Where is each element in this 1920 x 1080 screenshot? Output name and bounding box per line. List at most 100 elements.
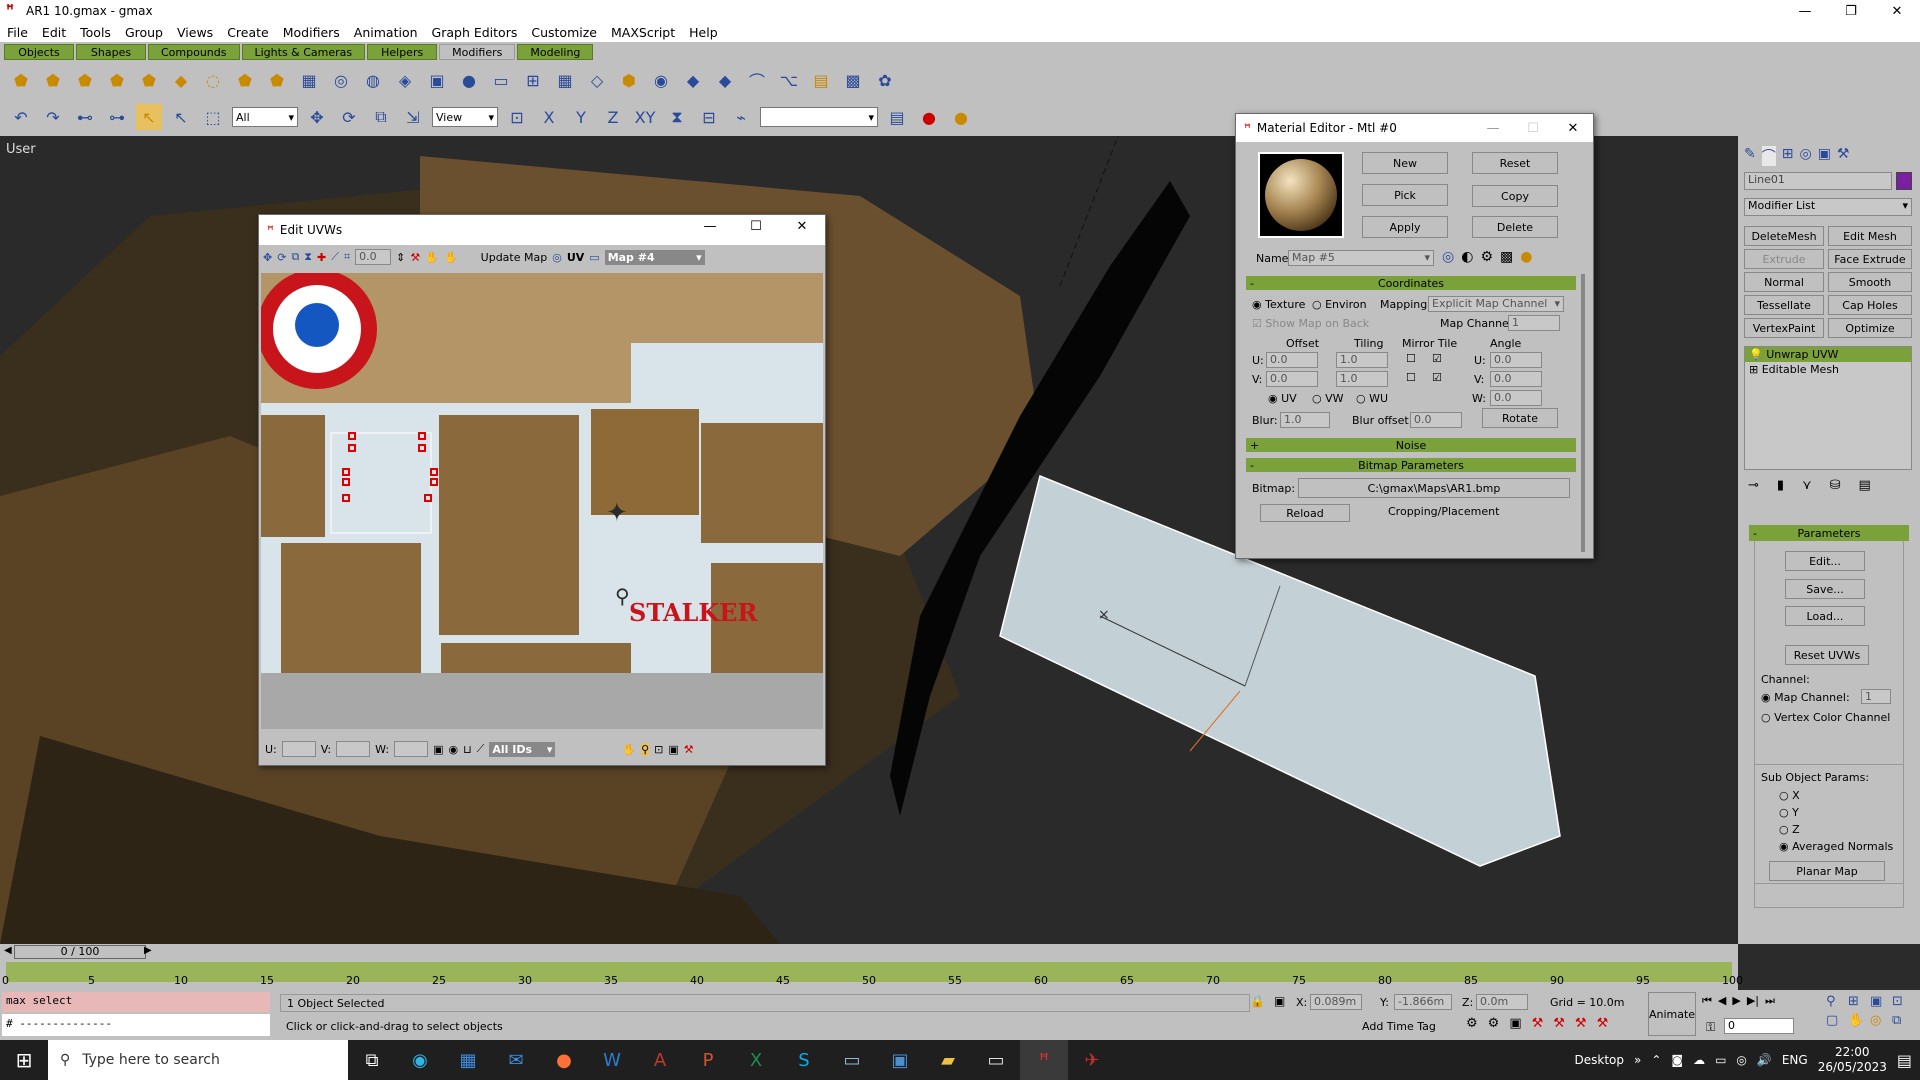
add-time-tag-button[interactable]: Add Time Tag	[1362, 1020, 1436, 1033]
lattice-icon[interactable]: ⬟	[264, 67, 290, 93]
select-and-scale-icon[interactable]: ⧉	[368, 104, 394, 130]
angle-v-field[interactable]: 0.0	[1490, 371, 1542, 387]
ik-link-icon[interactable]: ⚒	[1575, 1016, 1587, 1031]
ripple-icon[interactable]: ⬟	[232, 67, 258, 93]
noise-icon[interactable]: ⬟	[104, 67, 130, 93]
vw-radio[interactable]: ○ VW	[1312, 392, 1344, 405]
stack-item-editable-mesh[interactable]: ⊞ Editable Mesh	[1745, 362, 1911, 377]
parameters-header[interactable]: - Parameters	[1749, 525, 1909, 541]
material-sample-slot[interactable]	[1258, 152, 1344, 238]
undo-icon[interactable]: ↶	[8, 104, 34, 130]
break-icon[interactable]: ✋	[425, 251, 439, 264]
skype-icon[interactable]: S	[780, 1040, 828, 1080]
ik-end-icon[interactable]: ⚒	[1597, 1016, 1609, 1031]
reference-coordinate-dropdown[interactable]: View ▾	[432, 107, 498, 127]
symmetry-icon[interactable]: ⌥	[776, 67, 802, 93]
powerpoint-icon[interactable]: P	[684, 1040, 732, 1080]
tessellate-icon[interactable]: ◇	[584, 67, 610, 93]
wu-radio[interactable]: ○ WU	[1356, 392, 1388, 405]
uv-mode-label[interactable]: UV	[567, 251, 584, 264]
bitmap-path-button[interactable]: C:\gmax\Maps\AR1.bmp	[1298, 478, 1570, 498]
reload-button[interactable]: Reload	[1260, 504, 1350, 522]
minimize-button[interactable]: —	[1782, 0, 1828, 22]
word-icon[interactable]: W	[588, 1040, 636, 1080]
tab-modeling[interactable]: Modeling	[517, 44, 594, 60]
edit-mesh-button[interactable]: Edit Mesh	[1828, 226, 1912, 246]
show-map-on-back-checkbox[interactable]: ☑ Show Map on Back	[1252, 317, 1369, 330]
create-tab-icon[interactable]: ✎	[1744, 146, 1756, 166]
edit-uvws-close-button[interactable]: ✕	[779, 215, 825, 237]
tab-lights-cameras[interactable]: Lights & Cameras	[241, 44, 366, 60]
make-unique-icon[interactable]: ⋎	[1802, 478, 1812, 493]
goto-start-icon[interactable]: ⏮	[1702, 994, 1712, 1008]
pan-icon[interactable]: ✋	[622, 743, 636, 756]
menu-maxscript[interactable]: MAXScript	[604, 25, 682, 40]
tiling-v-field[interactable]: 1.0	[1336, 371, 1388, 387]
stitch-icon[interactable]: ⌗	[344, 250, 350, 264]
lock-selection-icon[interactable]: ▣	[433, 743, 443, 756]
mirror-u-checkbox[interactable]: ☐	[1406, 352, 1416, 365]
menu-tools[interactable]: Tools	[73, 25, 118, 40]
material-editor-titlebar[interactable]: ꟸ Material Editor - Mtl #0 — ☐ ✕	[1236, 114, 1593, 142]
spinner-arrows-icon[interactable]: ⇕	[396, 251, 405, 264]
configure-sets-icon[interactable]: ▤	[1859, 478, 1871, 493]
next-frame-icon[interactable]: ▶|	[1747, 994, 1759, 1008]
environ-radio[interactable]: ○ Environ	[1312, 298, 1367, 311]
key-filters-icon[interactable]: ▣	[1509, 1016, 1521, 1031]
face-extrude-button[interactable]: Face Extrude	[1828, 249, 1912, 269]
control-panel-icon[interactable]: ▣	[876, 1040, 924, 1080]
xform-icon[interactable]: ⊞	[520, 67, 546, 93]
menu-file[interactable]: File	[0, 25, 35, 40]
zoom-extents-icon[interactable]: ▣	[668, 743, 678, 756]
motion-tab-icon[interactable]: ◎	[1799, 146, 1811, 166]
edge-select-icon[interactable]: ⟋	[331, 250, 339, 264]
optimize-button[interactable]: Optimize	[1828, 318, 1912, 338]
edit-uvws-maximize-button[interactable]: ☐	[733, 215, 779, 237]
tab-helpers[interactable]: Helpers	[367, 44, 438, 60]
link-icon[interactable]: ⊷	[72, 104, 98, 130]
extrude-button[interactable]: Extrude	[1744, 249, 1824, 269]
tile-v-checkbox[interactable]: ☑	[1432, 371, 1442, 384]
update-map-button[interactable]: Update Map	[481, 251, 548, 264]
notifications-icon[interactable]: ▤	[1897, 1051, 1912, 1070]
reset-uvws-button[interactable]: Reset UVWs	[1785, 645, 1869, 665]
stack-item-unwrap-uvw[interactable]: 💡 Unwrap UVW	[1745, 347, 1911, 362]
menu-graph-editors[interactable]: Graph Editors	[425, 25, 525, 40]
menu-group[interactable]: Group	[118, 25, 170, 40]
offset-u-field[interactable]: 0.0	[1266, 352, 1318, 368]
vertexpaint-button[interactable]: VertexPaint	[1744, 318, 1824, 338]
firefox-icon[interactable]: ●	[540, 1040, 588, 1080]
zoom-icon[interactable]: ⚲	[641, 742, 650, 756]
play-icon[interactable]: ▶	[1732, 994, 1740, 1008]
bitmap-params-rollout-header[interactable]: - Bitmap Parameters	[1246, 458, 1576, 472]
map-channel-radio[interactable]: ◉ Map Channel:	[1761, 691, 1850, 704]
align-icon[interactable]: ⊟	[696, 104, 722, 130]
axis-z-icon[interactable]: Z	[600, 104, 626, 130]
pick-button[interactable]: Pick	[1362, 184, 1448, 206]
close-button[interactable]: ✕	[1874, 0, 1920, 22]
select-icon[interactable]: ↖	[136, 104, 162, 130]
window-app-icon[interactable]: ▭	[972, 1040, 1020, 1080]
menu-animation[interactable]: Animation	[347, 25, 425, 40]
smooth-button[interactable]: Smooth	[1828, 272, 1912, 292]
cap-holes-icon[interactable]: ◆	[680, 67, 706, 93]
new-button[interactable]: New	[1362, 152, 1448, 174]
material-editor-maximize-button[interactable]: ☐	[1513, 114, 1553, 142]
texture-radio[interactable]: ◉ Texture	[1252, 298, 1305, 311]
access-icon[interactable]: A	[636, 1040, 684, 1080]
language-indicator[interactable]: ENG	[1782, 1053, 1808, 1067]
zoom-extents-icon[interactable]: ▣	[1870, 994, 1892, 1009]
goto-end-icon[interactable]: ⏭	[1765, 994, 1775, 1008]
menu-create[interactable]: Create	[220, 25, 276, 40]
menu-customize[interactable]: Customize	[524, 25, 604, 40]
field-of-view-icon[interactable]: ▢	[1826, 1013, 1848, 1028]
mesh-smooth-icon[interactable]: ◈	[392, 67, 418, 93]
uv-radio[interactable]: ◉ UV	[1268, 392, 1297, 405]
plane-icon[interactable]: ▭	[488, 67, 514, 93]
pan-icon[interactable]: ✋	[1848, 1013, 1870, 1028]
shell-icon[interactable]: ◉	[648, 67, 674, 93]
ik-icon[interactable]: ⚒	[1532, 1016, 1544, 1031]
windows-start-icon[interactable]: ⊞	[0, 1040, 48, 1080]
gmax-taskbar-icon[interactable]: ꟸ	[1020, 1040, 1068, 1080]
blur-offset-field[interactable]: 0.0	[1410, 412, 1462, 428]
